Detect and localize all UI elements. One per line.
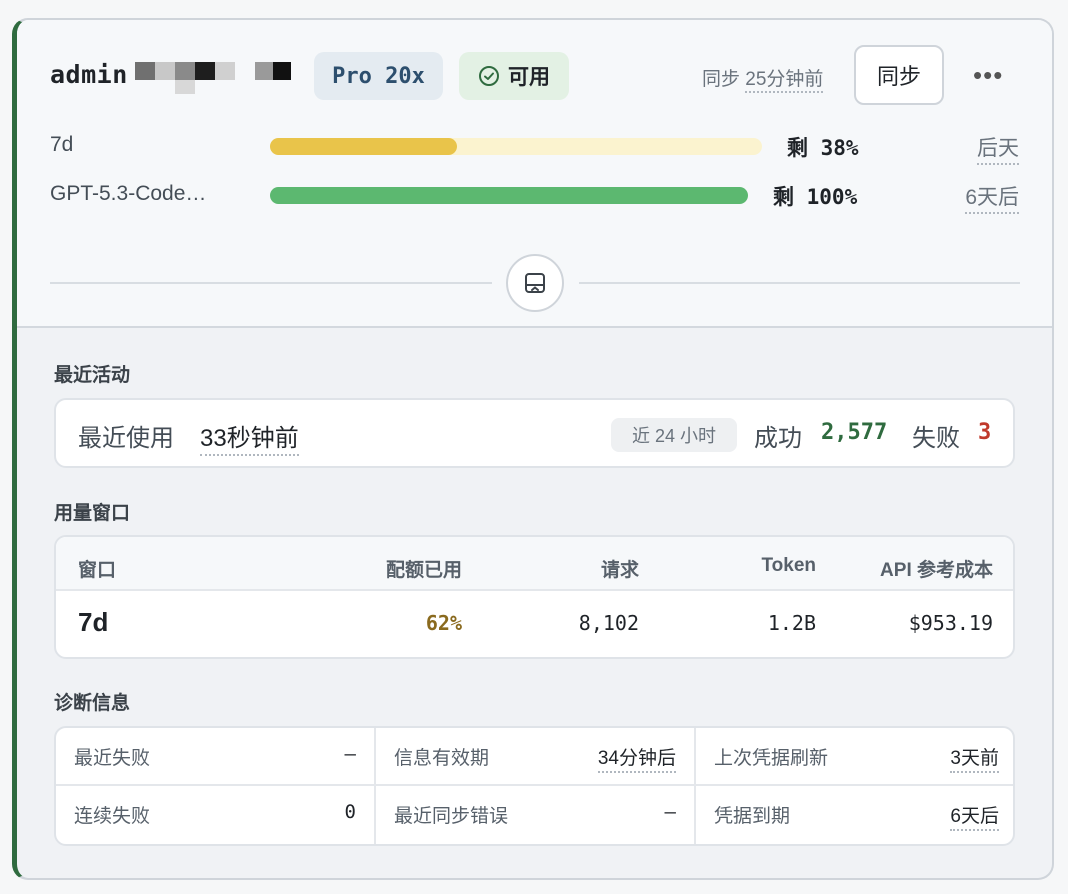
- sync-label: 同步: [702, 69, 741, 90]
- fail-label: 失败: [912, 425, 960, 452]
- quota-bar: [270, 138, 762, 155]
- diag-key: 连续失败: [74, 806, 151, 827]
- quota-bar-fill: [270, 138, 457, 155]
- diag-value: 34分钟后: [597, 743, 676, 773]
- account-name: admin: [50, 60, 128, 89]
- sync-time: 25分钟前: [745, 69, 824, 93]
- diag-value: 6天后: [950, 801, 999, 831]
- diag-cell: 最近失败 —: [56, 728, 376, 786]
- table-header: [56, 537, 1013, 591]
- table-cell-window: 7d: [78, 607, 109, 637]
- fail-count: 3: [978, 420, 992, 445]
- status-label: 可用: [508, 66, 550, 89]
- diag-value: 0: [344, 801, 356, 823]
- collapse-button[interactable]: [506, 254, 564, 312]
- card-header: admin Pro 20x 可用 同步 25分钟前 同步 ••• 7d 剩 38…: [17, 20, 1052, 328]
- col-header-cost: API 参考成本: [880, 560, 993, 581]
- quota-bar-fill: [270, 187, 748, 204]
- quota-reset: 后天: [977, 132, 1019, 165]
- diag-key: 凭据到期: [714, 806, 791, 827]
- time-range-chip: 近 24 小时: [611, 418, 737, 452]
- quota-label: 7d: [50, 133, 74, 156]
- col-header-requests: 请求: [600, 560, 639, 581]
- diagnostics-grid: 最近失败 — 信息有效期 34分钟后 上次凭据刷新 3天前 连续失败 0 最近同…: [54, 726, 1015, 846]
- diag-key: 最近同步错误: [394, 806, 509, 827]
- more-options-icon[interactable]: •••: [973, 60, 1003, 91]
- usage-title: 用量窗口: [54, 503, 131, 524]
- quota-reset: 6天后: [965, 181, 1019, 214]
- quota-remaining: 剩 38%: [787, 136, 859, 160]
- sync-info: 同步 25分钟前: [702, 64, 824, 93]
- diag-key: 最近失败: [74, 748, 151, 769]
- success-count: 2,577: [821, 420, 888, 445]
- last-used-value: 33秒钟前: [200, 418, 299, 456]
- collapse-panel-icon: [525, 273, 545, 293]
- sync-button[interactable]: 同步: [854, 45, 944, 105]
- table-cell-token: 1.2B: [767, 611, 816, 635]
- last-used-label: 最近使用: [78, 425, 174, 452]
- diag-cell: 连续失败 0: [56, 786, 376, 844]
- diag-key: 上次凭据刷新: [714, 748, 829, 769]
- status-badge: 可用: [459, 52, 569, 100]
- diag-cell: 上次凭据刷新 3天前: [696, 728, 1013, 786]
- plan-badge: Pro 20x: [314, 52, 443, 100]
- diagnostics-title: 诊断信息: [54, 693, 131, 714]
- activity-panel: 最近使用 33秒钟前 近 24 小时 成功 2,577 失败 3: [54, 398, 1015, 468]
- activity-title: 最近活动: [54, 365, 131, 386]
- quota-remaining: 剩 100%: [773, 185, 858, 209]
- usage-table: 窗口 配额已用 请求 Token API 参考成本 7d 62% 8,102 1…: [54, 535, 1015, 659]
- diag-cell: 最近同步错误 —: [376, 786, 696, 844]
- diag-value: —: [344, 743, 356, 765]
- diag-key: 信息有效期: [394, 748, 490, 769]
- table-cell-requests: 8,102: [578, 611, 639, 635]
- col-header-used: 配额已用: [385, 560, 462, 581]
- diag-value: —: [664, 801, 676, 823]
- quota-label: GPT-5.3-Code…: [50, 182, 207, 205]
- diag-cell: 信息有效期 34分钟后: [376, 728, 696, 786]
- check-circle-icon: [479, 66, 499, 86]
- account-card: admin Pro 20x 可用 同步 25分钟前 同步 ••• 7d 剩 38…: [12, 18, 1054, 880]
- diag-cell: 凭据到期 6天后: [696, 786, 1013, 844]
- divider-left: [50, 282, 492, 284]
- table-cell-used: 62%: [425, 611, 462, 635]
- col-header-token: Token: [761, 555, 816, 576]
- divider-right: [579, 282, 1020, 284]
- table-cell-cost: $953.19: [908, 611, 993, 635]
- quota-bar: [270, 187, 748, 204]
- success-label: 成功: [754, 425, 802, 452]
- diag-value: 3天前: [950, 743, 999, 773]
- col-header-window: 窗口: [78, 560, 117, 581]
